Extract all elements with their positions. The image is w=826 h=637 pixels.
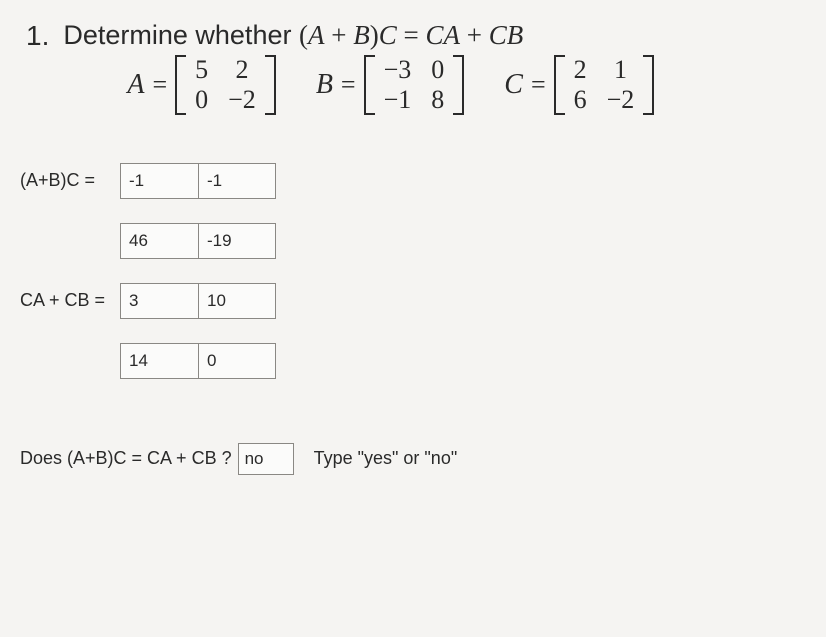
matrix-C-grid: 21 6−2 [564, 55, 645, 115]
bracket-right-icon [644, 55, 654, 115]
question-prompt: Determine whether (A + B)C = CA + CB [63, 20, 654, 51]
question-number: 1. [10, 20, 49, 52]
matrix-C-body: 21 6−2 [554, 55, 655, 115]
abc-result: (A+B)C = [20, 163, 806, 259]
abc-r2c1-input[interactable] [120, 223, 198, 259]
prompt-equation: (A + B)C = CA + CB [299, 20, 523, 50]
bracket-right-icon [454, 55, 464, 115]
final-hint: Type "yes" or "no" [314, 448, 458, 469]
equals-sign: = [531, 70, 546, 100]
matrix-cell: 0 [421, 55, 454, 85]
cacb-label: CA + CB = [20, 290, 120, 311]
matrix-cell: −1 [374, 85, 422, 115]
bracket-left-icon [175, 55, 185, 115]
bracket-right-icon [266, 55, 276, 115]
equals-sign: = [341, 70, 356, 100]
matrix-B-name: B [316, 69, 333, 101]
cacb-r1c2-input[interactable] [198, 283, 276, 319]
matrix-cell: −3 [374, 55, 422, 85]
matrix-A-name: A [127, 69, 144, 101]
bracket-left-icon [554, 55, 564, 115]
cacb-r1c1-input[interactable] [120, 283, 198, 319]
matrix-A-grid: 52 0−2 [185, 55, 266, 115]
matrices-definitions: A = 52 0−2 B = −30 − [127, 55, 654, 115]
matrix-A-body: 52 0−2 [175, 55, 276, 115]
cacb-result: CA + CB = [20, 283, 806, 379]
final-answer-input[interactable] [238, 443, 294, 475]
matrix-B-grid: −30 −18 [374, 55, 455, 115]
matrix-cell: 2 [564, 55, 597, 85]
cacb-r2c2-input[interactable] [198, 343, 276, 379]
matrix-C: C = 21 6−2 [504, 55, 654, 115]
matrix-A: A = 52 0−2 [127, 55, 275, 115]
abc-r1c2-input[interactable] [198, 163, 276, 199]
final-question: Does (A+B)C = CA + CB ? Type "yes" or "n… [20, 443, 806, 475]
matrix-cell: 8 [421, 85, 454, 115]
matrix-B-body: −30 −18 [364, 55, 465, 115]
cacb-r2c1-input[interactable] [120, 343, 198, 379]
matrix-cell: 5 [185, 55, 218, 85]
prompt-text: Determine whether [63, 20, 299, 50]
matrix-C-name: C [504, 69, 523, 101]
final-prompt: Does (A+B)C = CA + CB ? [20, 448, 232, 469]
abc-label: (A+B)C = [20, 170, 120, 191]
matrix-cell: 2 [218, 55, 266, 85]
bracket-left-icon [364, 55, 374, 115]
answers-section: (A+B)C = CA + CB = [20, 163, 806, 379]
matrix-cell: 0 [185, 85, 218, 115]
matrix-cell: −2 [597, 85, 645, 115]
matrix-cell: −2 [218, 85, 266, 115]
abc-r2c2-input[interactable] [198, 223, 276, 259]
matrix-cell: 1 [597, 55, 645, 85]
equals-sign: = [152, 70, 167, 100]
matrix-cell: 6 [564, 85, 597, 115]
abc-r1c1-input[interactable] [120, 163, 198, 199]
question-header: 1. Determine whether (A + B)C = CA + CB … [10, 20, 806, 115]
matrix-B: B = −30 −18 [316, 55, 464, 115]
